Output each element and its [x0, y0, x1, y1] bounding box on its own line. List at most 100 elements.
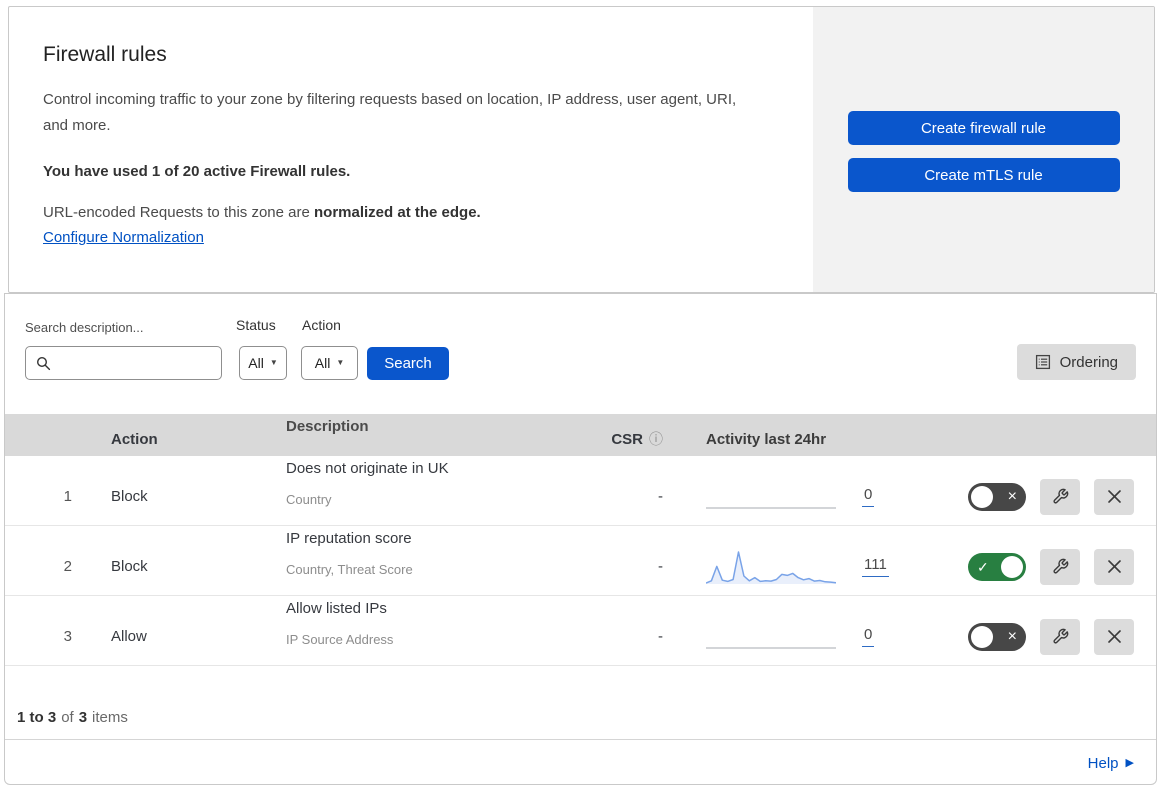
rule-description-cell: Does not originate in UK Country: [280, 456, 575, 513]
search-label: Search description...: [25, 320, 144, 335]
chevron-down-icon: ▼: [336, 358, 345, 367]
rule-priority: 1: [63, 488, 72, 505]
rule-action: Allow: [111, 628, 147, 645]
activity-count-link[interactable]: 0: [862, 486, 875, 507]
search-icon: [36, 356, 51, 370]
status-label: Status: [236, 317, 276, 333]
cross-icon: ×: [1007, 627, 1017, 645]
rule-action: Block: [111, 558, 148, 575]
ordering-button[interactable]: Ordering: [1016, 344, 1136, 380]
help-row: Help ▶: [5, 739, 1156, 786]
table-header: Action Description CSR ⓘ Activity last 24…: [5, 414, 1156, 456]
filter-bar: Search description... Status All ▼ Actio…: [5, 294, 1156, 414]
pagination-summary: 1 to 3 of 3 items: [5, 666, 1156, 739]
rule-activity-cell: 0: [675, 478, 935, 516]
close-icon: [1107, 630, 1121, 643]
rule-activity-cell: 0: [675, 618, 935, 656]
info-icon[interactable]: ⓘ: [649, 431, 663, 447]
normalization-bold: normalized at the edge.: [314, 204, 481, 221]
rule-enabled-toggle[interactable]: ✓ ×: [968, 482, 1026, 511]
help-link[interactable]: Help ▶: [1088, 755, 1134, 772]
close-icon: [1107, 560, 1121, 573]
toggle-knob: [971, 485, 993, 508]
activity-sparkline: [706, 550, 836, 584]
rule-description: Does not originate in UK: [286, 460, 449, 477]
rules-list-card: Search description... Status All ▼ Actio…: [4, 293, 1157, 785]
help-label: Help: [1087, 754, 1119, 772]
rule-controls: ✓ ×: [935, 478, 1156, 515]
activity-count-link[interactable]: 0: [862, 626, 875, 647]
toggle-knob: [971, 625, 993, 648]
edit-rule-button[interactable]: [1040, 478, 1080, 515]
create-firewall-rule-button[interactable]: Create firewall rule: [847, 111, 1120, 145]
wrench-icon: [1052, 628, 1068, 644]
configure-normalization-link[interactable]: Configure Normalization: [43, 229, 204, 246]
wrench-icon: [1052, 488, 1068, 504]
search-input[interactable]: [58, 354, 221, 372]
normalization-note: URL-encoded Requests to this zone are no…: [43, 204, 773, 221]
ordering-label: Ordering: [1059, 353, 1118, 371]
rule-csr: -: [658, 628, 663, 645]
items-of: of: [61, 709, 74, 726]
chevron-down-icon: ▼: [269, 358, 278, 367]
action-dropdown[interactable]: All ▼: [301, 346, 358, 380]
csr-label: CSR: [611, 431, 643, 448]
rule-description: Allow listed IPs: [286, 600, 387, 617]
column-csr: CSR ⓘ: [575, 429, 675, 449]
delete-rule-button[interactable]: [1094, 548, 1134, 585]
rule-criteria: Country, Threat Score: [286, 562, 413, 577]
rule-csr: -: [658, 488, 663, 505]
column-action: Action: [111, 430, 158, 448]
rule-priority: 2: [63, 558, 72, 575]
edit-rule-button[interactable]: [1040, 618, 1080, 655]
rule-criteria: IP Source Address: [286, 632, 394, 647]
cross-icon: ×: [1007, 487, 1017, 505]
rule-controls: ✓ ×: [935, 548, 1156, 585]
create-mtls-rule-button[interactable]: Create mTLS rule: [847, 158, 1120, 192]
normalization-text: URL-encoded Requests to this zone are: [43, 204, 314, 221]
items-label: items: [92, 709, 128, 726]
rule-priority: 3: [63, 628, 72, 645]
usage-summary: You have used 1 of 20 active Firewall ru…: [43, 163, 351, 180]
page-description: Control incoming traffic to your zone by…: [43, 91, 737, 134]
table-row: 2 Block IP reputation score Country, Thr…: [5, 526, 1156, 596]
status-dropdown[interactable]: All ▼: [239, 346, 287, 380]
rule-criteria: Country: [286, 492, 332, 507]
wrench-icon: [1052, 558, 1068, 574]
actions-panel: Create firewall rule Create mTLS rule: [813, 7, 1154, 292]
activity-count-link[interactable]: 111: [862, 556, 889, 577]
delete-rule-button[interactable]: [1094, 618, 1134, 655]
close-icon: [1107, 490, 1121, 503]
action-value: All: [314, 355, 331, 371]
column-description: Description: [286, 418, 369, 435]
search-button[interactable]: Search: [367, 347, 449, 380]
table-row: 1 Block Does not originate in UK Country…: [5, 456, 1156, 526]
rule-description-cell: Allow listed IPs IP Source Address: [280, 596, 575, 653]
ordering-icon: [1035, 354, 1050, 370]
activity-sparkline: [706, 506, 836, 509]
rule-csr: -: [658, 558, 663, 575]
toggle-knob: [1001, 555, 1023, 578]
check-icon: ✓: [977, 558, 989, 575]
rule-enabled-toggle[interactable]: ✓ ×: [968, 622, 1026, 651]
search-input-wrapper[interactable]: [25, 346, 222, 380]
column-activity: Activity last 24hr: [706, 430, 827, 448]
rule-controls: ✓ ×: [935, 618, 1156, 655]
overview-card: Firewall rules Control incoming traffic …: [8, 6, 1155, 293]
rule-description-cell: IP reputation score Country, Threat Scor…: [280, 526, 575, 583]
page-title: Firewall rules: [43, 43, 167, 66]
status-value: All: [248, 355, 264, 371]
overview-content: Firewall rules Control incoming traffic …: [9, 7, 813, 292]
items-range: 1 to 3: [17, 709, 57, 726]
action-label: Action: [302, 317, 341, 333]
rule-action: Block: [111, 488, 148, 505]
activity-sparkline: [706, 646, 836, 649]
items-total: 3: [78, 709, 88, 726]
help-arrow-icon: ▶: [1125, 756, 1134, 769]
rule-enabled-toggle[interactable]: ✓ ×: [968, 552, 1026, 581]
delete-rule-button[interactable]: [1094, 478, 1134, 515]
rule-activity-cell: 111: [675, 548, 935, 586]
firewall-rules-page: Firewall rules Control incoming traffic …: [0, 0, 1161, 791]
edit-rule-button[interactable]: [1040, 548, 1080, 585]
rule-description: IP reputation score: [286, 530, 412, 547]
